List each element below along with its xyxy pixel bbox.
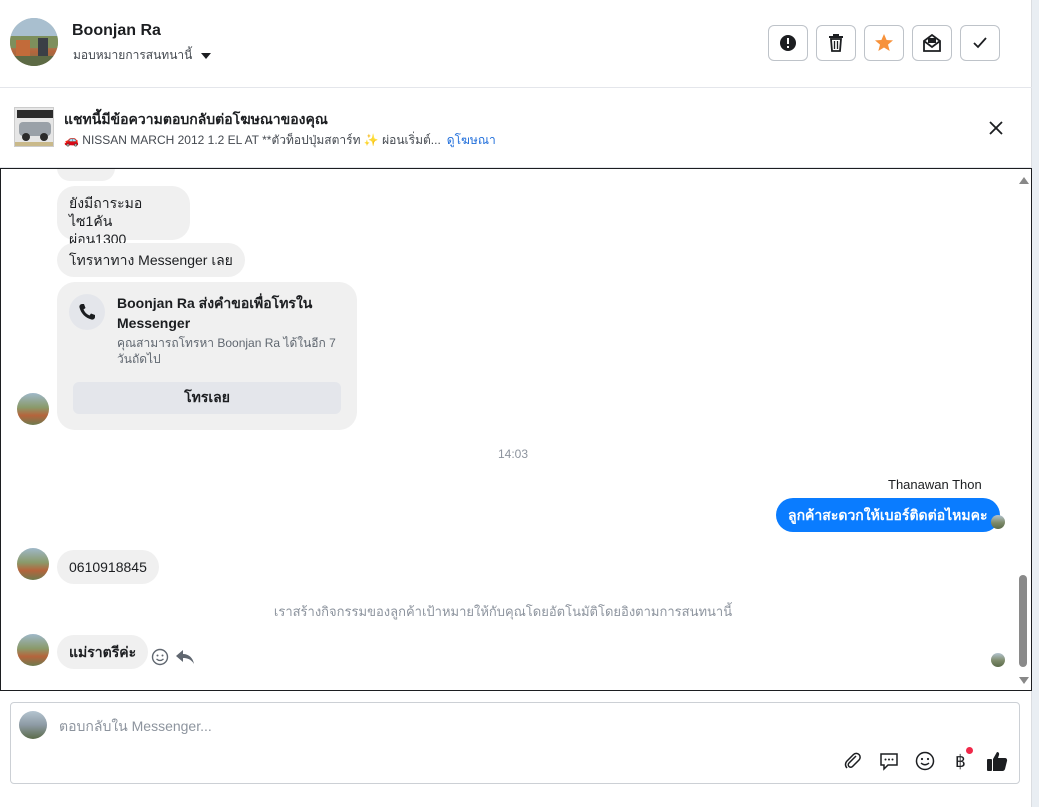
- notification-dot: [966, 747, 973, 754]
- message-bubble-partial: [57, 169, 115, 181]
- emoji-button[interactable]: [913, 749, 937, 773]
- envelope-icon: [923, 34, 941, 52]
- phone-icon: [79, 304, 95, 320]
- trash-icon: [829, 34, 843, 52]
- seen-avatar: [991, 653, 1005, 667]
- message-text: ลูกค้าสะดวกให้เบอร์ติดต่อไหมคะ: [788, 507, 988, 523]
- outgoing-message-bubble: ลูกค้าสะดวกให้เบอร์ติดต่อไหมคะ: [776, 498, 1000, 532]
- chevron-down-icon: [201, 52, 212, 59]
- quick-reply-icon: [880, 753, 898, 771]
- ad-thumbnail[interactable]: [14, 107, 54, 147]
- reply-input[interactable]: [59, 715, 959, 737]
- like-button[interactable]: [985, 749, 1009, 773]
- view-ad-link[interactable]: ดูโฆษณา: [447, 131, 496, 150]
- attach-icon: [844, 752, 861, 769]
- message-thread[interactable]: ยังมีถาระมอไซ1คัน ผ่อน1300 โทรหาทาง Mess…: [0, 168, 1032, 691]
- call-request-card: Boonjan Ra ส่งคำขอเพื่อโทรใน Messenger ค…: [57, 282, 357, 430]
- assign-label: มอบหมายการสนทนานี้: [73, 48, 193, 62]
- reply-icon[interactable]: [175, 648, 195, 666]
- composer-toolbar: ฿: [841, 747, 1009, 773]
- message-bubble: โทรหาทาง Messenger เลย: [57, 243, 245, 277]
- system-note: เราสร้างกิจกรรมของลูกค้าเป้าหมายให้กับคุ…: [273, 604, 733, 619]
- assign-conversation-dropdown[interactable]: มอบหมายการสนทนานี้: [73, 46, 212, 65]
- call-icon-circle: [69, 294, 105, 330]
- payment-button[interactable]: ฿: [949, 747, 973, 773]
- scroll-down-arrow-icon[interactable]: [1019, 677, 1029, 684]
- scrollbar[interactable]: [1017, 173, 1029, 688]
- done-button[interactable]: [960, 25, 1000, 61]
- message-text: 0610918845: [69, 559, 147, 575]
- page-avatar: [19, 711, 47, 739]
- call-card-title: Boonjan Ra ส่งคำขอเพื่อโทรใน Messenger: [117, 295, 313, 331]
- emoji-icon[interactable]: [151, 648, 169, 666]
- delete-button[interactable]: [816, 25, 856, 61]
- contact-avatar[interactable]: [10, 18, 58, 66]
- alert-icon: [780, 35, 796, 51]
- message-bubble: แม่ราตรีค่ะ: [57, 635, 149, 669]
- ad-banner-subtitle: 🚗 NISSAN MARCH 2012 1.2 EL AT **ตัวท็อปป…: [64, 133, 441, 147]
- emoji-icon: [915, 751, 935, 771]
- checkmark-icon: [973, 37, 987, 49]
- message-text: ยังมีถาระมอไซ1คัน: [69, 195, 143, 229]
- message-text: แม่ราตรีค่ะ: [69, 644, 137, 660]
- message-bubble: ยังมีถาระมอไซ1คัน ผ่อน1300: [57, 186, 190, 247]
- message-bubble: 0610918845: [57, 550, 159, 584]
- sender-name: Thanawan Thon: [888, 477, 982, 492]
- message-timestamp: 14:03: [497, 447, 529, 461]
- ad-reply-banner: แชทนี้มีข้อความตอบกลับต่อโฆษณาของคุณ 🚗 N…: [0, 88, 1032, 168]
- scroll-thumb[interactable]: [1019, 575, 1027, 667]
- inbox-panel: Boonjan Ra มอบหมายการสนทนานี้ แชทนี้มีข้…: [0, 0, 1032, 807]
- close-icon: [989, 121, 1003, 135]
- message-text: โทรหาทาง Messenger เลย: [69, 252, 233, 268]
- conversation-header: Boonjan Ra มอบหมายการสนทนานี้: [0, 0, 1032, 88]
- contact-name: Boonjan Ra: [72, 22, 161, 39]
- ad-banner-title: แชทนี้มีข้อความตอบกลับต่อโฆษณาของคุณ: [64, 111, 328, 127]
- baht-icon: ฿: [955, 752, 966, 771]
- scroll-up-arrow-icon[interactable]: [1019, 177, 1029, 184]
- reply-composer: ฿: [10, 702, 1020, 784]
- seen-avatar: [991, 515, 1005, 529]
- close-banner-button[interactable]: [984, 116, 1008, 140]
- call-card-description: คุณสามารถโทรหา Boonjan Ra ได้ในอีก 7 วัน…: [117, 336, 336, 366]
- thumbs-up-icon: [987, 752, 1008, 771]
- mark-unread-button[interactable]: [912, 25, 952, 61]
- call-now-button[interactable]: โทรเลย: [73, 382, 341, 414]
- avatar: [17, 548, 49, 580]
- quick-reply-button[interactable]: [877, 749, 901, 773]
- avatar: [17, 634, 49, 666]
- star-icon: [875, 34, 893, 51]
- header-actions: [768, 25, 1000, 61]
- avatar: [17, 393, 49, 425]
- message-actions: [151, 648, 195, 666]
- report-button[interactable]: [768, 25, 808, 61]
- svg-text:฿: ฿: [955, 752, 966, 771]
- attach-button[interactable]: [841, 749, 865, 773]
- ad-banner-subtitle-row: 🚗 NISSAN MARCH 2012 1.2 EL AT **ตัวท็อปป…: [64, 131, 496, 150]
- star-button[interactable]: [864, 25, 904, 61]
